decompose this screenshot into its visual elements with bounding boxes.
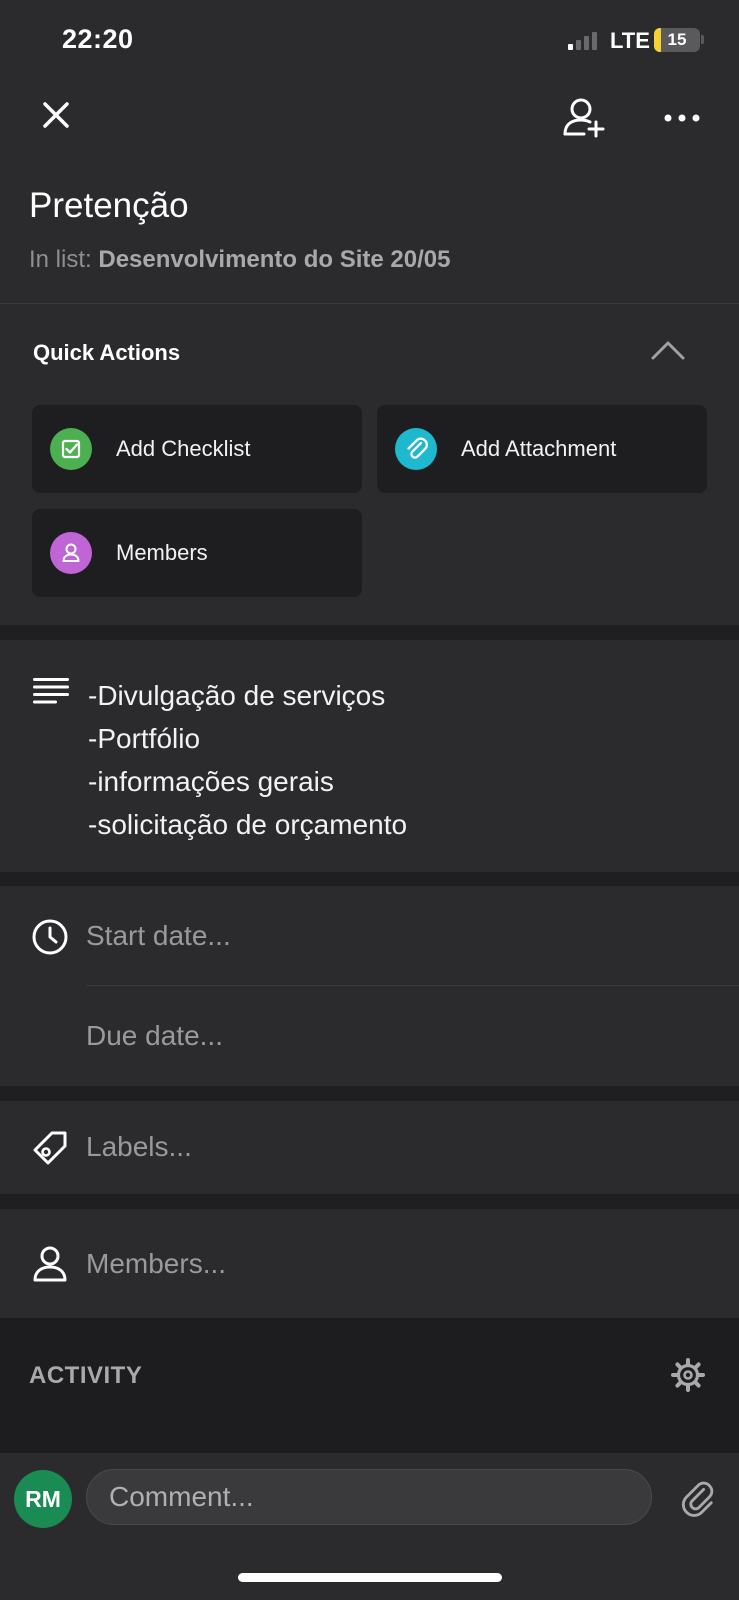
battery-level: 15: [667, 30, 687, 49]
comment-input[interactable]: Comment...: [86, 1469, 652, 1525]
card-description[interactable]: -Divulgação de serviços -Portfólio -info…: [88, 674, 407, 846]
description-line: -informações gerais: [88, 766, 334, 797]
home-indicator[interactable]: [238, 1573, 502, 1582]
status-bar: 22:20 LTE 15: [0, 0, 739, 80]
add-checklist-button[interactable]: Add Checklist: [32, 405, 362, 493]
add-attachment-label: Add Attachment: [461, 436, 617, 461]
section-gap: [0, 872, 739, 886]
members-field[interactable]: Members...: [86, 1248, 226, 1280]
checklist-icon: [50, 428, 92, 470]
more-dots-icon: [664, 114, 700, 122]
collapse-quick-actions-button[interactable]: [650, 338, 686, 362]
paperclip-icon: [681, 1481, 714, 1517]
labels-field[interactable]: Labels...: [86, 1131, 192, 1163]
network-type: LTE: [610, 28, 650, 53]
clock-icon: [31, 918, 69, 956]
status-time: 22:20: [62, 24, 134, 54]
paperclip-icon: [395, 428, 437, 470]
avatar: RM: [14, 1470, 72, 1528]
close-icon: [43, 102, 69, 128]
add-member-button[interactable]: [562, 96, 608, 140]
section-gap: [0, 1194, 739, 1209]
label-tag-icon: [31, 1129, 69, 1167]
card-detail-screen: 22:20 LTE 15 Pretenção In list: Desenvol…: [0, 0, 739, 1600]
member-person-icon: [31, 1245, 69, 1283]
signal-strength-icon: [568, 30, 598, 50]
divider: [86, 985, 739, 986]
battery-tip: [701, 35, 704, 44]
close-button[interactable]: [36, 95, 76, 135]
add-checklist-label: Add Checklist: [116, 436, 251, 461]
in-list-prefix: In list:: [29, 246, 92, 273]
chevron-up-icon: [651, 341, 685, 360]
quick-actions-heading: Quick Actions: [33, 340, 181, 365]
members-quick-button[interactable]: Members: [32, 509, 362, 597]
description-icon: [33, 678, 69, 704]
list-name-link[interactable]: Desenvolvimento do Site 20/05: [98, 246, 450, 273]
card-title[interactable]: Pretenção: [29, 186, 189, 226]
section-gap: [0, 1086, 739, 1101]
add-attachment-button[interactable]: Add Attachment: [377, 405, 707, 493]
person-icon: [50, 532, 92, 574]
start-date-field[interactable]: Start date...: [86, 920, 231, 952]
due-date-field[interactable]: Due date...: [86, 1020, 223, 1052]
gear-icon: [671, 1358, 705, 1392]
description-line: -Portfólio: [88, 723, 201, 754]
add-person-icon: [563, 98, 605, 138]
activity-heading: ACTIVITY: [29, 1362, 143, 1389]
members-quick-label: Members: [116, 540, 208, 565]
more-options-button[interactable]: [660, 100, 704, 136]
divider: [0, 303, 739, 304]
description-line: -Divulgação de serviços: [88, 680, 386, 711]
description-line: -solicitação de orçamento: [88, 809, 408, 840]
attach-button[interactable]: [678, 1478, 718, 1518]
section-gap: [0, 625, 739, 640]
activity-settings-button[interactable]: [671, 1358, 705, 1392]
battery-icon: 15: [654, 28, 700, 52]
in-list-line: In list: Desenvolvimento do Site 20/05: [29, 246, 450, 274]
